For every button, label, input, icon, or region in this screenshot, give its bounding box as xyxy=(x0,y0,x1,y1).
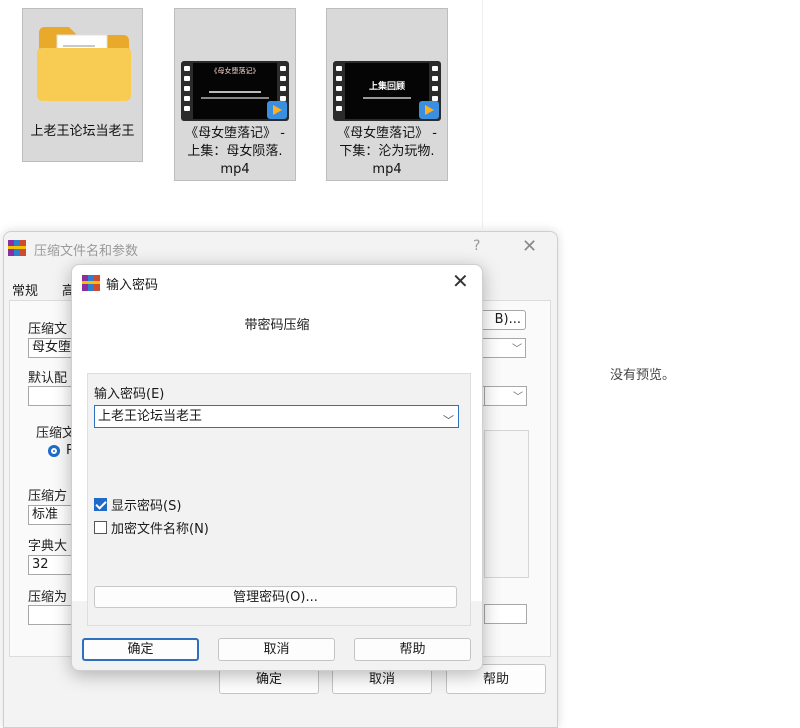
close-icon[interactable]: ✕ xyxy=(452,269,469,293)
dialog-title: 输入密码 xyxy=(106,278,159,293)
password-input[interactable]: 上老王论坛当老王 ﹀ xyxy=(94,405,459,428)
svg-text:《母女堕落记》: 《母女堕落记》 xyxy=(211,66,260,75)
archive-name-value: 母女堕 xyxy=(32,340,72,355)
dictionary-value: 32 xyxy=(32,557,49,572)
dictionary-label: 字典大 xyxy=(28,539,68,554)
method-value: 标准 xyxy=(32,507,59,522)
method-label: 压缩方 xyxy=(28,489,68,504)
video-file-tile[interactable]: 上集回顾 《母女堕落记》 - 下集：沦为玩物. mp4 xyxy=(326,8,448,181)
file-name: 上老王论坛当老王 xyxy=(30,124,135,139)
dialog-header: 带密码压缩 xyxy=(244,318,310,333)
cancel-button[interactable]: 取消 xyxy=(218,638,335,661)
svg-text:上集回顾: 上集回顾 xyxy=(369,80,405,92)
dialog-title: 压缩文件名和参数 xyxy=(34,244,139,259)
chevron-down-icon[interactable]: ﹀ xyxy=(443,410,454,431)
encrypt-names-label: 加密文件名称(N) xyxy=(111,522,209,537)
options-select[interactable]: ﹀ xyxy=(484,386,527,406)
video-file-tile[interactable]: 《母女堕落记》 《母女堕落记》 - 上集：母女陨落. mp4 xyxy=(174,8,296,181)
update-mode-field[interactable] xyxy=(484,604,527,624)
video-thumbnail-icon: 上集回顾 xyxy=(333,61,441,121)
password-value: 上老王论坛当老王 xyxy=(98,409,203,424)
ok-button[interactable]: 确定 xyxy=(82,638,199,661)
method-select[interactable]: 标准 xyxy=(28,505,73,525)
help-button[interactable]: 帮助 xyxy=(354,638,471,661)
show-password-checkbox[interactable] xyxy=(94,498,107,511)
show-password-label: 显示密码(S) xyxy=(111,499,182,514)
split-label: 压缩为 xyxy=(28,590,68,605)
chevron-down-icon[interactable]: ﹀ xyxy=(513,389,523,407)
tab-general[interactable]: 常规 xyxy=(12,280,38,299)
archive-format-label: 压缩文 xyxy=(36,426,76,441)
winrar-icon xyxy=(8,240,26,256)
manage-passwords-button[interactable]: 管理密码(O)... xyxy=(94,586,457,608)
password-dialog: 输入密码 ✕ 带密码压缩 输入密码(E) 上老王论坛当老王 ﹀ 显示密码(S) … xyxy=(71,264,483,671)
winrar-icon xyxy=(82,275,100,291)
chevron-down-icon[interactable]: ﹀ xyxy=(512,341,522,359)
default-profile-label: 默认配 xyxy=(28,371,68,386)
file-name: 《母女堕落记》 - 下集：沦为玩物. mp4 xyxy=(337,126,437,177)
help-icon[interactable]: ? xyxy=(473,238,480,254)
preview-placeholder: 没有预览。 xyxy=(610,368,676,383)
file-name: 《母女堕落记》 - 上集：母女陨落. mp4 xyxy=(185,126,285,177)
archive-name-label: 压缩文 xyxy=(28,322,68,337)
dictionary-select[interactable]: 32 xyxy=(28,555,73,575)
split-field[interactable] xyxy=(28,605,73,625)
options-groupbox xyxy=(484,430,529,578)
file-explorer: 上老王论坛当老王 《母女堕落记》 《母女堕落记》 - 上集：母女陨落. mp4 xyxy=(0,0,483,228)
folder-icon xyxy=(37,27,131,101)
folder-tile[interactable]: 上老王论坛当老王 xyxy=(22,8,143,162)
format-radio[interactable] xyxy=(48,445,60,457)
video-thumbnail-icon: 《母女堕落记》 xyxy=(181,61,289,121)
password-label: 输入密码(E) xyxy=(94,387,165,402)
show-password-option[interactable]: 显示密码(S) xyxy=(94,495,181,514)
encrypt-names-checkbox[interactable] xyxy=(94,521,107,534)
browse-label: B)... xyxy=(494,312,521,327)
encrypt-names-option[interactable]: 加密文件名称(N) xyxy=(94,518,209,537)
close-icon[interactable]: ✕ xyxy=(522,236,537,257)
dialog-titlebar: 输入密码 ✕ xyxy=(72,265,482,301)
browse-button[interactable]: B)... xyxy=(478,310,526,330)
